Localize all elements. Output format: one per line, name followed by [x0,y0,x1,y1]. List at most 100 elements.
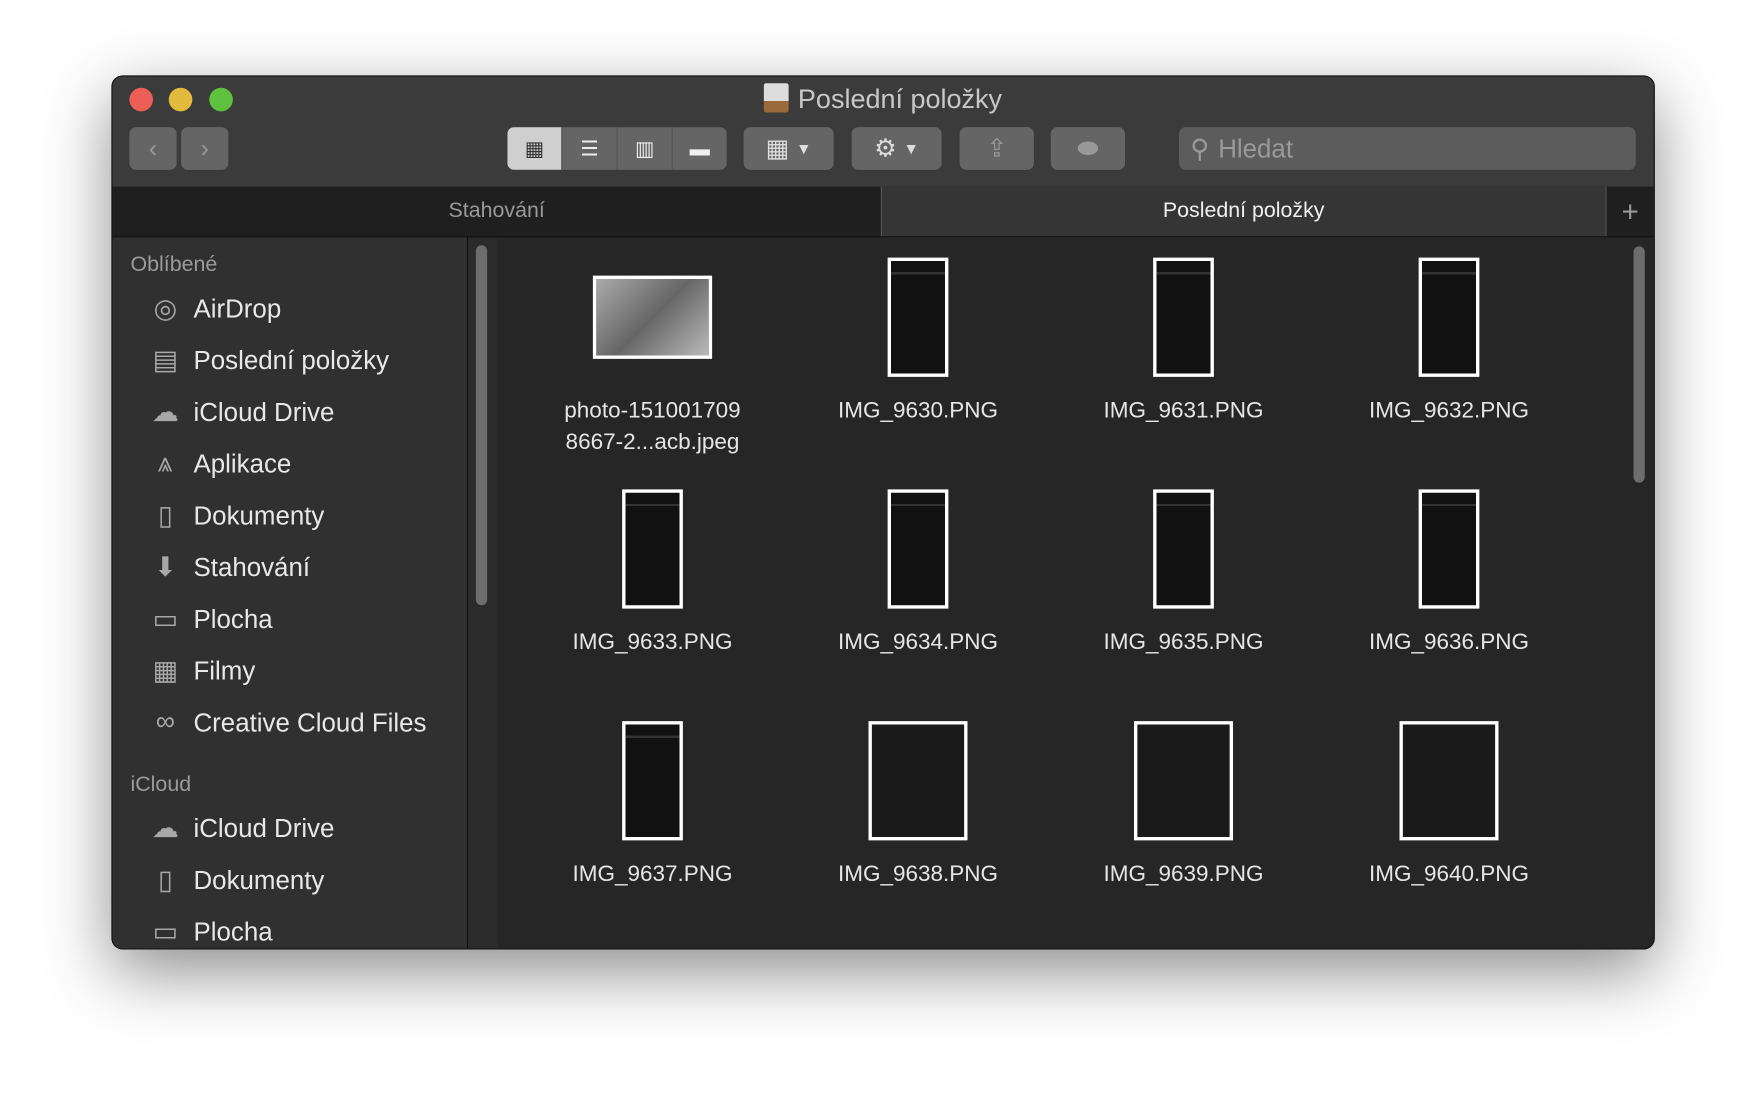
content-scrollbar[interactable] [1633,246,1645,483]
tags-button[interactable]: ⬬ [1050,127,1125,170]
file-name: photo-151001709 8667-2...acb.jpeg [564,398,741,455]
file-item[interactable]: IMG_9636.PNG [1316,487,1582,719]
airdrop-icon: ◎ [153,293,178,324]
tab-posledni-polozky[interactable]: Poslední položky [880,186,1607,237]
gallery-view-button[interactable]: ▬ [671,127,727,170]
chevron-down-icon: ▼ [795,139,812,158]
window-title-text: Poslední položky [797,84,1003,115]
sidebar-item-label: iCloud Drive [193,396,335,426]
aplikace-icon: ⩓ [157,447,173,479]
icon-view-button[interactable]: ▦ [507,127,562,170]
share-icon: ⇪ [986,133,1008,162]
file-thumbnail [1153,489,1214,609]
dokumenty-icon: ▯ [157,864,173,895]
file-thumbnail [887,489,949,609]
file-item[interactable]: IMG_9633.PNG [520,487,786,719]
file-item[interactable]: IMG_9635.PNG [1051,487,1317,719]
file-thumbnail [1134,721,1233,841]
file-name: IMG_9635.PNG [1103,630,1264,655]
sidebar-item-dokumenty[interactable]: ▯ Dokumenty [113,854,467,906]
sidebar-item-filmy[interactable]: ▦ Filmy [113,645,467,697]
file-name: IMG_9638.PNG [837,861,999,887]
new-tab-button[interactable]: + [1607,187,1654,237]
sidebar-item-dokumenty[interactable]: ▯ Dokumenty [113,489,467,541]
column-view-button[interactable]: ▥ [616,127,672,170]
sidebar-item-aplikace[interactable]: ⩓ Aplikace [113,438,467,490]
sidebar-item-label: Aplikace [193,448,292,478]
icloud-drive-icon: ☁ [151,812,179,844]
plocha-icon: ▭ [152,603,179,634]
group-icon: ▦ [765,133,790,162]
sidebar-item-plocha[interactable]: ▭ Plocha [113,906,467,949]
sidebar-item-label: Plocha [193,603,273,633]
stahovani-icon: ⬇ [154,551,177,583]
sidebar-item-creative-cloud-files[interactable]: ∞ Creative Cloud Files [113,696,467,748]
sidebar-item-posledni-polozky[interactable]: ▤ Poslední položky [113,334,467,386]
file-thumbnail [868,721,968,841]
sidebar-item-plocha[interactable]: ▭ Plocha [113,593,467,645]
gear-icon: ⚙ [874,133,897,162]
sidebar-item-label: iCloud Drive [193,812,335,843]
sidebar-item-label: Dokumenty [193,500,325,530]
sidebar-item-stahovani[interactable]: ⬇ Stahování [113,541,467,593]
view-mode-switcher: ▦ ☰ ▥ ▬ [507,127,727,170]
sidebar-item-icloud-drive[interactable]: ☁ iCloud Drive [113,386,467,438]
file-thumbnail [1418,257,1480,377]
file-item[interactable]: IMG_9630.PNG [785,255,1051,487]
plocha-icon: ▭ [152,916,179,947]
file-item[interactable]: photo-151001709 8667-2...acb.jpeg [520,255,786,487]
search-icon: ⚲ [1190,133,1210,163]
sidebar-item-label: Filmy [193,655,256,685]
forward-button[interactable]: › [181,127,229,170]
file-thumbnail [887,257,949,377]
search-input[interactable]: ⚲ Hledat [1179,127,1636,170]
tag-icon: ⬬ [1077,133,1099,162]
file-name: IMG_9640.PNG [1368,861,1530,887]
sidebar-item-label: AirDrop [193,293,282,323]
file-thumbnail [1418,489,1480,609]
file-name: IMG_9632.PNG [1368,398,1530,423]
file-item[interactable]: IMG_9632.PNG [1316,255,1582,487]
sidebar-item-label: Stahování [193,551,311,582]
group-by-button[interactable]: ▦ ▼ [743,127,834,170]
file-thumbnail [1399,721,1499,841]
file-name: IMG_9630.PNG [837,398,999,423]
tab-stahovani[interactable]: Stahování [113,187,881,237]
back-button[interactable]: ‹ [129,127,177,170]
file-name: IMG_9631.PNG [1103,398,1264,423]
file-item[interactable]: IMG_9637.PNG [520,719,786,949]
list-view-button[interactable]: ☰ [561,127,617,170]
creative-cloud-files-icon: ∞ [155,706,175,737]
search-placeholder: Hledat [1218,133,1294,163]
sidebar-item-label: Poslední položky [193,344,390,375]
window-title: Poslední položky [113,83,1654,116]
sidebar-item-label: Plocha [193,916,273,946]
file-thumbnail [622,489,683,609]
posledni-polozky-icon: ▤ [152,344,179,376]
file-grid-area: photo-151001709 8667-2...acb.jpeg IMG_963… [497,237,1654,949]
share-button[interactable]: ⇪ [959,127,1034,170]
sidebar: Oblíbené ◎ AirDrop ▤ Poslední položky ☁ iClou… [112,237,468,949]
sidebar-section-icloud: iCloud [130,772,192,797]
sidebar-section-favorites: Oblíbené [130,253,218,277]
tab-bar: Stahování Poslední položky + [112,186,1654,238]
finder-window: Poslední položky ‹ › ▦ ☰ ▥ ▬ ▦ ▼ ⚙ ▼ ⇪ ⬬… [111,75,1655,950]
file-item[interactable]: IMG_9638.PNG [785,719,1051,949]
sidebar-scrollbar[interactable] [475,245,488,606]
sidebar-item-label: Dokumenty [193,864,325,894]
file-item[interactable]: IMG_9631.PNG [1051,255,1317,487]
file-thumbnail [622,721,683,841]
sidebar-item-airdrop[interactable]: ◎ AirDrop [113,282,467,334]
file-thumbnail [592,275,713,359]
file-thumbnail [1153,257,1214,377]
file-item[interactable]: IMG_9640.PNG [1316,719,1582,949]
file-name: IMG_9636.PNG [1368,630,1530,655]
filmy-icon: ▦ [152,655,179,686]
file-item[interactable]: IMG_9639.PNG [1051,719,1317,949]
recents-folder-icon [764,83,789,113]
action-button[interactable]: ⚙ ▼ [851,127,942,170]
sidebar-item-icloud-drive[interactable]: ☁ iCloud Drive [113,802,467,854]
sidebar-item-label: Creative Cloud Files [193,707,427,737]
file-item[interactable]: IMG_9634.PNG [785,487,1051,719]
file-name: IMG_9633.PNG [572,630,733,655]
